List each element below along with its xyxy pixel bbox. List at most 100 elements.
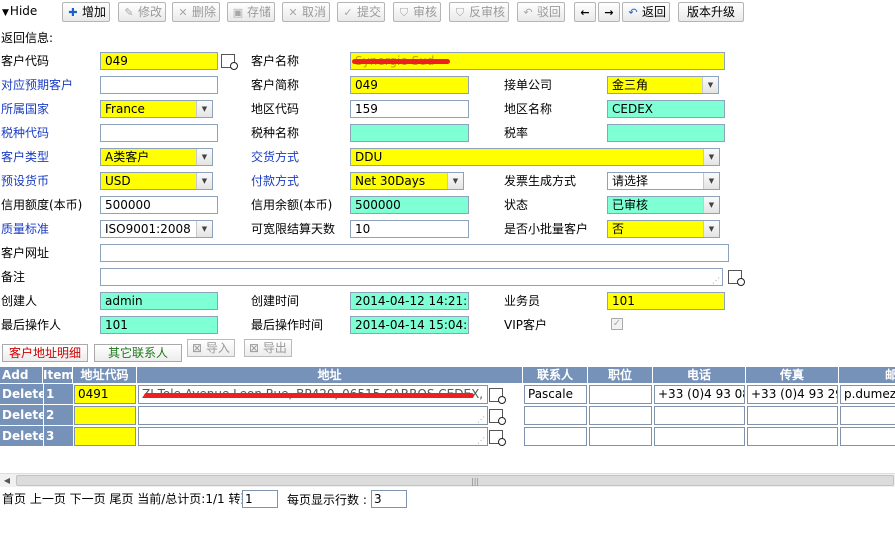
phone-cell[interactable]: +33 (0)4 93 08 [654, 385, 745, 404]
scroll-left-icon[interactable]: ◀ [0, 474, 14, 488]
scrollbar-thumb[interactable]: ||| [16, 475, 894, 486]
tab-other-contacts[interactable]: 其它联系人 [94, 344, 182, 362]
horizontal-scrollbar[interactable]: ◀ ||| [0, 473, 895, 487]
email-cell[interactable] [840, 427, 895, 446]
col-item: Item [43, 367, 74, 383]
import-label: 导入 [205, 341, 230, 355]
address-cell[interactable]: ⋰ [138, 406, 488, 425]
add-button[interactable]: ✚ 增加 [62, 2, 111, 22]
tax-code-field[interactable] [100, 124, 218, 142]
submit-button[interactable]: ✓ 提交 [337, 2, 386, 22]
receiving-company-select[interactable]: 金三角 ▼ [607, 76, 719, 94]
rows-per-page-input[interactable]: 3 [371, 490, 407, 508]
chevron-down-icon[interactable]: ▼ [196, 149, 212, 165]
lookup-icon[interactable] [221, 54, 238, 70]
chevron-down-icon[interactable]: ▼ [703, 149, 719, 165]
payment-method-label[interactable]: 付款方式 [251, 173, 299, 189]
chevron-down-icon[interactable]: ▼ [447, 173, 463, 189]
email-cell[interactable]: p.dumez@ [840, 385, 895, 404]
fax-cell[interactable] [747, 406, 838, 425]
export-button[interactable]: ⊠ 导出 [244, 339, 292, 357]
address-grid: Add Item 地址代码 地址 联系人 职位 电话 传真 邮 Delete 1… [0, 367, 895, 447]
contact-cell[interactable]: Pascale [524, 385, 587, 404]
customer-type-select[interactable]: A类客户 ▼ [100, 148, 213, 166]
address-cell[interactable]: ⋰ [138, 427, 488, 446]
unaudit-button[interactable]: ⛉ 反审核 [449, 2, 510, 22]
payment-method-select[interactable]: Net 30Days ▼ [350, 172, 464, 190]
position-cell[interactable] [589, 385, 652, 404]
chevron-down-icon[interactable]: ▼ [703, 221, 719, 237]
chevron-down-icon[interactable]: ▼ [703, 197, 719, 213]
contact-cell[interactable] [524, 406, 587, 425]
tab-address-detail[interactable]: 客户地址明细 [2, 344, 89, 362]
status-select[interactable]: 已审核 ▼ [607, 196, 720, 214]
phone-cell[interactable] [654, 406, 745, 425]
save-button[interactable]: ▣ 存储 [227, 2, 276, 22]
vip-checkbox[interactable]: ✓ [611, 318, 623, 330]
delete-row-button[interactable]: Delete [0, 426, 46, 447]
hide-toggle[interactable]: ▼Hide [2, 4, 37, 18]
small-batch-select[interactable]: 否 ▼ [607, 220, 720, 238]
quality-std-label[interactable]: 质量标准 [1, 221, 49, 237]
chevron-down-icon[interactable]: ▼ [196, 221, 212, 237]
reject-button[interactable]: ↶ 驳回 [517, 2, 566, 22]
edit-button[interactable]: ✎ 修改 [118, 2, 167, 22]
lookup-icon[interactable] [489, 409, 506, 425]
phone-cell[interactable] [654, 427, 745, 446]
lookup-icon[interactable] [728, 270, 745, 286]
customer-code-field[interactable]: 049 [100, 52, 218, 70]
customer-short-field[interactable]: 049 [350, 76, 469, 94]
contact-cell[interactable] [524, 427, 587, 446]
position-cell[interactable] [589, 427, 652, 446]
expected-customer-label[interactable]: 对应预期客户 [1, 77, 73, 93]
import-button[interactable]: ⊠ 导入 [187, 339, 235, 357]
currency-select[interactable]: USD ▼ [100, 172, 213, 190]
resize-grip-icon[interactable]: ⋰ [477, 416, 485, 424]
col-add[interactable]: Add [0, 367, 43, 383]
currency-label[interactable]: 预设货币 [1, 173, 49, 189]
delivery-method-label[interactable]: 交货方式 [251, 149, 299, 165]
lookup-icon[interactable] [489, 388, 506, 404]
prev-record-button[interactable]: ← [574, 2, 596, 22]
tax-code-label[interactable]: 税种代码 [1, 125, 49, 141]
address-code-cell[interactable] [74, 406, 136, 425]
position-cell[interactable] [589, 406, 652, 425]
row-number: 1 [43, 384, 73, 405]
delete-row-button[interactable]: Delete [0, 384, 46, 405]
address-code-cell[interactable] [74, 427, 136, 446]
chevron-down-icon[interactable]: ▼ [196, 173, 212, 189]
expected-customer-field[interactable] [100, 76, 218, 94]
delete-row-button[interactable]: Delete [0, 405, 46, 426]
fax-cell[interactable]: +33 (0)4 93 29 [747, 385, 838, 404]
region-code-field[interactable]: 159 [350, 100, 469, 118]
credit-limit-field[interactable]: 500000 [100, 196, 218, 214]
address-code-cell[interactable]: 0491 [74, 385, 136, 404]
lookup-icon[interactable] [489, 430, 506, 446]
invoice-method-select[interactable]: 请选择 ▼ [607, 172, 720, 190]
chevron-down-icon[interactable]: ▼ [196, 101, 212, 117]
grace-days-field[interactable]: 10 [350, 220, 469, 238]
customer-type-label[interactable]: 客户类型 [1, 149, 49, 165]
fax-cell[interactable] [747, 427, 838, 446]
resize-grip-icon[interactable]: ⋰ [712, 277, 720, 285]
delivery-method-select[interactable]: DDU ▼ [350, 148, 720, 166]
salesman-field[interactable]: 101 [607, 292, 725, 310]
delete-button[interactable]: ✕ 删除 [172, 2, 221, 22]
audit-button[interactable]: ⛉ 审核 [393, 2, 442, 22]
website-field[interactable] [100, 244, 729, 262]
cancel-button[interactable]: ✕ 取消 [282, 2, 331, 22]
country-label[interactable]: 所属国家 [1, 101, 49, 117]
back-button[interactable]: ↶ 返回 [622, 2, 671, 22]
email-cell[interactable] [840, 406, 895, 425]
chevron-down-icon[interactable]: ▼ [702, 77, 718, 93]
goto-page-input[interactable]: 1 [242, 490, 278, 508]
quality-std-select[interactable]: ISO9001:2008 ▼ [100, 220, 213, 238]
upgrade-button[interactable]: 版本升级 [678, 2, 745, 22]
col-email: 邮 [839, 367, 895, 383]
pager-nav-text[interactable]: 首页 上一页 下一页 尾页 当前/总计页:1/1 转到 [2, 492, 252, 506]
resize-grip-icon[interactable]: ⋰ [477, 437, 485, 445]
remarks-textarea[interactable]: ⋰ [100, 268, 723, 286]
country-select[interactable]: France ▼ [100, 100, 213, 118]
chevron-down-icon[interactable]: ▼ [703, 173, 719, 189]
next-record-button[interactable]: → [598, 2, 620, 22]
